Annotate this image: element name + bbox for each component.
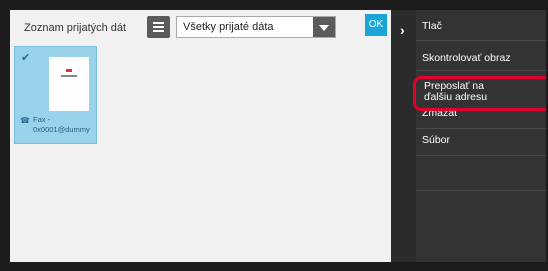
sender-line-1: Fax - bbox=[33, 115, 51, 124]
document-text-line bbox=[61, 75, 77, 77]
divider bbox=[416, 70, 546, 71]
sender-label: Fax - 0x0001@dummy bbox=[33, 115, 90, 135]
chevron-down-icon[interactable] bbox=[313, 17, 335, 37]
list-icon-line bbox=[153, 26, 164, 28]
document-logo bbox=[66, 69, 72, 72]
file-button[interactable]: Súbor bbox=[416, 134, 546, 146]
divider bbox=[416, 128, 546, 129]
forward-label: Preposlať na ďalšiu adresu bbox=[424, 81, 487, 103]
check-icon: ✔ bbox=[21, 52, 31, 64]
list-icon bbox=[153, 22, 164, 24]
document-preview bbox=[49, 57, 89, 111]
forward-label-line-2: ďalšiu adresu bbox=[424, 91, 488, 103]
divider bbox=[416, 40, 546, 41]
ok-button[interactable]: OK bbox=[365, 14, 387, 36]
chevron-right-icon[interactable]: › bbox=[400, 22, 405, 38]
forward-button[interactable]: Preposlať na ďalšiu adresu bbox=[413, 76, 546, 111]
filter-select-value: Všetky prijaté dáta bbox=[183, 21, 274, 33]
print-button[interactable]: Tlač bbox=[416, 20, 546, 32]
fax-icon: ☎ bbox=[20, 116, 30, 125]
received-data-panel: Zoznam prijatých dát Všetky prijaté dáta… bbox=[10, 10, 391, 262]
list-icon-line bbox=[153, 30, 164, 32]
page-title: Zoznam prijatých dát bbox=[24, 22, 127, 34]
divider bbox=[416, 155, 546, 156]
filter-select[interactable]: Všetky prijaté dáta bbox=[176, 16, 336, 38]
received-fax-thumbnail[interactable]: ✔ ☎ Fax - 0x0001@dummy bbox=[14, 46, 97, 144]
action-panel: › Tlač Skontrolovať obraz Zmazať Súbor bbox=[400, 10, 546, 262]
screen: Zoznam prijatých dát Všetky prijaté dáta… bbox=[10, 10, 546, 262]
check-image-button[interactable]: Skontrolovať obraz bbox=[416, 52, 546, 64]
sender-line-2: 0x0001@dummy bbox=[33, 125, 90, 134]
divider bbox=[416, 190, 546, 191]
list-view-button[interactable] bbox=[147, 16, 170, 38]
